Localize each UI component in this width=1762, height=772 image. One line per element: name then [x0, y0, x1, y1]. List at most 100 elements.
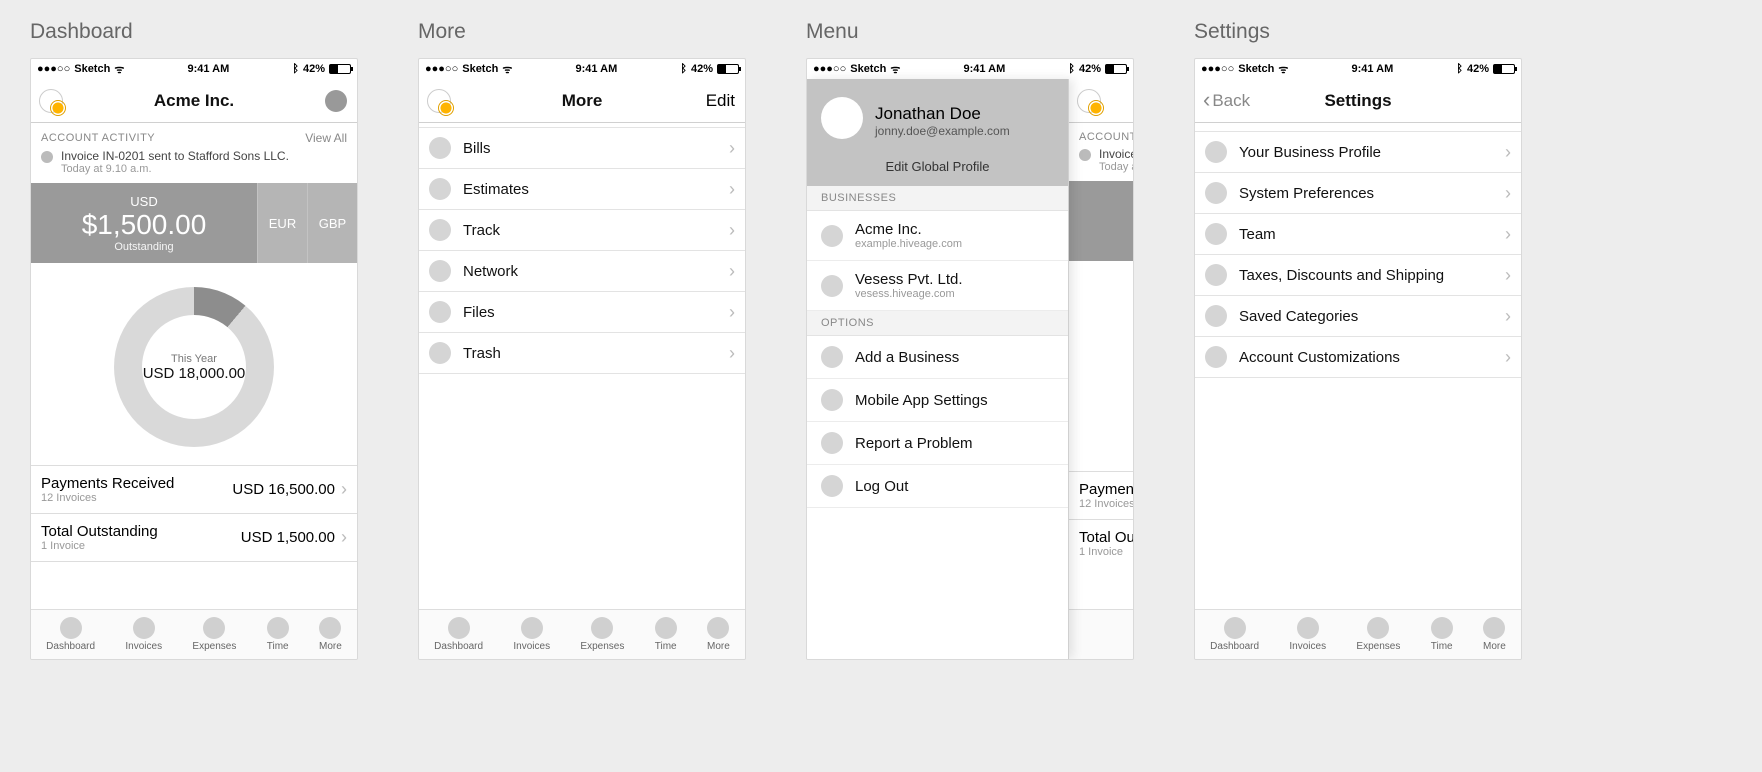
more-item-trash[interactable]: Trash›: [419, 333, 745, 374]
avatar-icon[interactable]: [325, 90, 347, 112]
tab-more[interactable]: More: [707, 617, 730, 652]
currency-tab-gbp[interactable]: GBP: [307, 183, 357, 263]
currency-symbol: $: [1069, 205, 1134, 237]
more-item-estimates[interactable]: Estimates›: [419, 169, 745, 210]
tab-label: More: [319, 641, 342, 652]
bluetooth-icon: ᛒ: [1068, 63, 1075, 75]
carrier-label: Sketch: [74, 63, 110, 75]
settings-item-business-profile[interactable]: Your Business Profile›: [1195, 131, 1521, 173]
app-logo-icon[interactable]: [39, 89, 63, 113]
summary-row-payments[interactable]: Payments Received 12 Invoices USD 16,500…: [31, 465, 357, 513]
activity-dot-icon: [1079, 149, 1091, 161]
edit-button[interactable]: Edit: [706, 79, 735, 123]
settings-screen: ●●●○○ Sketch ᯤ 9:41 AM ᛒ 42% ‹ Back Sett…: [1194, 58, 1522, 660]
edit-profile-link[interactable]: Edit Global Profile: [821, 159, 1054, 174]
tab-icon: [319, 617, 341, 639]
navbar-title: Settings: [1324, 91, 1391, 111]
wifi-icon: ᯤ: [502, 62, 512, 77]
option-label: Mobile App Settings: [855, 392, 988, 409]
business-item-vesess[interactable]: Vesess Pvt. Ltd. vesess.hiveage.com: [807, 261, 1068, 311]
settings-item-team[interactable]: Team ›: [1195, 214, 1521, 255]
tab-icon: [1297, 617, 1319, 639]
tab-expenses[interactable]: Expenses: [1356, 617, 1400, 652]
tab-label: More: [1483, 641, 1506, 652]
business-icon: [821, 225, 843, 247]
activity-time: Today at 9.10 a.m.: [1099, 161, 1134, 173]
status-time: 9:41 AM: [187, 63, 229, 75]
list-icon: [429, 260, 451, 282]
avatar-icon: [821, 97, 863, 139]
tab-dashboard[interactable]: Dashboard: [1210, 617, 1259, 652]
settings-item-system-prefs[interactable]: System Preferences›: [1195, 173, 1521, 214]
tab-label: Invoices: [1289, 641, 1326, 652]
tab-invoices[interactable]: Invoices: [125, 617, 162, 652]
tab-label: Dashboard: [1210, 641, 1259, 652]
donut-label: This Year: [143, 353, 246, 365]
list-label: Taxes, Discounts and Shipping: [1239, 267, 1493, 284]
tab-invoices[interactable]: Invoices: [513, 617, 550, 652]
tab-time[interactable]: Time: [655, 617, 677, 652]
navbar: Acme Inc.: [31, 79, 357, 123]
options-header: OPTIONS: [807, 311, 1068, 336]
screen-caption: Dashboard: [30, 20, 358, 44]
app-logo-icon[interactable]: [427, 89, 451, 113]
list-label: Bills: [463, 140, 717, 157]
currency-code: USD: [31, 194, 257, 209]
chevron-right-icon: ›: [1505, 224, 1511, 245]
settings-item-saved-categories[interactable]: Saved Categories›: [1195, 296, 1521, 337]
tab-expenses[interactable]: Expenses: [580, 617, 624, 652]
status-time: 9:41 AM: [963, 63, 1005, 75]
tab-more[interactable]: More: [319, 617, 342, 652]
option-report-problem[interactable]: Report a Problem: [807, 422, 1068, 465]
tab-invoices[interactable]: Invoices: [1289, 617, 1326, 652]
tab-time[interactable]: Time: [1431, 617, 1453, 652]
battery-icon: [1493, 64, 1515, 74]
summary-row-outstanding[interactable]: Total Outstanding 1 Invoice USD 1,500.00…: [31, 513, 357, 562]
more-item-files[interactable]: Files›: [419, 292, 745, 333]
option-mobile-settings[interactable]: Mobile App Settings: [807, 379, 1068, 422]
chevron-right-icon: ›: [729, 261, 735, 282]
underlying-dashboard: Acme Inc. ACCOUNT ACTIVITY Invoice IN-02…: [1069, 79, 1134, 659]
list-icon: [429, 301, 451, 323]
more-item-bills[interactable]: Bills›: [419, 127, 745, 169]
currency-tab-eur[interactable]: EUR: [257, 183, 307, 263]
tab-dashboard[interactable]: Dashboard: [434, 617, 483, 652]
option-add-business[interactable]: Add a Business: [807, 336, 1068, 379]
tab-label: Time: [1431, 641, 1453, 652]
list-icon: [821, 389, 843, 411]
currency-main-usd[interactable]: USD $1,500.00 Outstanding: [31, 183, 257, 263]
businesses-header: BUSINESSES: [807, 186, 1068, 211]
tab-dashboard[interactable]: Dashboard: [46, 617, 95, 652]
business-name: Vesess Pvt. Ltd.: [855, 271, 963, 288]
donut-chart: This Year USD 18,000.00: [114, 287, 274, 447]
tab-label: Expenses: [192, 641, 236, 652]
tab-label: Invoices: [513, 641, 550, 652]
summary-row-outstanding: Total Outstanding 1 Invoice: [1069, 519, 1134, 567]
chevron-right-icon: ›: [729, 220, 735, 241]
tab-icon: [1431, 617, 1453, 639]
chevron-right-icon: ›: [1505, 347, 1511, 368]
activity-item: Invoice IN-0201 sent to Stafford Sons LL…: [1069, 145, 1134, 181]
business-item-acme[interactable]: Acme Inc. example.hiveage.com: [807, 211, 1068, 261]
menu-screen: ●●●○○ Sketch ᯤ 9:41 AM ᛒ 42% Acme Inc. A…: [806, 58, 1134, 660]
back-label: Back: [1212, 91, 1250, 111]
tab-expenses[interactable]: Expenses: [192, 617, 236, 652]
tab-time[interactable]: Time: [267, 617, 289, 652]
back-button[interactable]: ‹ Back: [1203, 91, 1250, 111]
more-item-network[interactable]: Network›: [419, 251, 745, 292]
tab-more[interactable]: More: [1483, 617, 1506, 652]
donut-amount: USD 18,000.00: [143, 365, 246, 382]
status-bar: ●●●○○ Sketch ᯤ 9:41 AM ᛒ 42%: [31, 59, 357, 79]
settings-item-account-customizations[interactable]: Account Customizations›: [1195, 337, 1521, 378]
section-label: ACCOUNT ACTIVITY: [41, 132, 155, 144]
drawer-profile: Jonathan Doe jonny.doe@example.com Edit …: [807, 79, 1068, 186]
business-domain: vesess.hiveage.com: [855, 288, 963, 300]
list-label: Team: [1239, 226, 1493, 243]
option-logout[interactable]: Log Out: [807, 465, 1068, 508]
tab-icon: [655, 617, 677, 639]
settings-item-taxes[interactable]: Taxes, Discounts and Shipping›: [1195, 255, 1521, 296]
list-icon: [429, 342, 451, 364]
view-all-link[interactable]: View All: [305, 131, 347, 145]
more-item-track[interactable]: Track›: [419, 210, 745, 251]
activity-item[interactable]: Invoice IN-0201 sent to Stafford Sons LL…: [31, 147, 357, 183]
